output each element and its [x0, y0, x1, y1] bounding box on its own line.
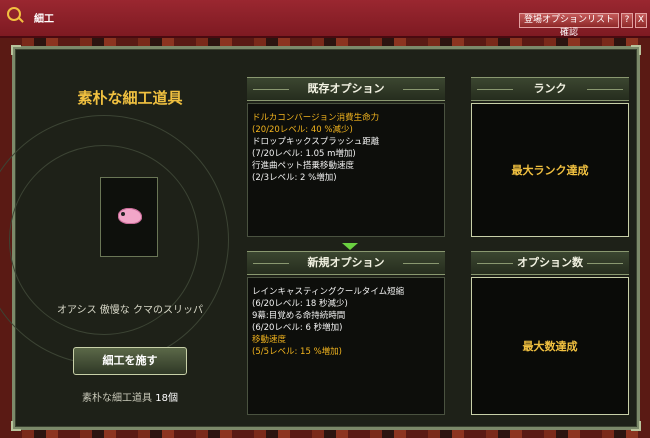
- new-options-list: レインキャスティングクールタイム短縮 (6/20レベル: 18 秒減少) 9幕:…: [252, 286, 404, 358]
- down-arrow-icon: [342, 243, 358, 250]
- tool-count-value: 18: [155, 393, 168, 404]
- item-name: オアシス 傲慢な クマのスリッパ: [57, 305, 203, 316]
- close-button[interactable]: X: [635, 13, 647, 28]
- new-option-line: 9幕:目覚める命持続時間: [252, 311, 346, 321]
- tool-count-label: 素朴な細工道具: [82, 393, 153, 404]
- crafting-tool-title: 素朴な細工道具: [77, 89, 183, 107]
- panel-corner-ornament: [631, 421, 641, 431]
- existing-options-header: 既存オプション: [247, 77, 445, 101]
- option-list-confirm-button[interactable]: 登場オプションリスト確認: [519, 13, 619, 38]
- window-title: 細工: [34, 14, 54, 25]
- new-option-line: レインキャスティングクールタイム短縮: [252, 287, 405, 297]
- tool-count-row: 素朴な細工道具 18個: [15, 389, 245, 404]
- existing-option-line: (20/20レベル: 40 %減少): [252, 125, 353, 135]
- new-option-line: (5/5レベル: 15 %増加): [252, 347, 342, 357]
- new-option-line: (6/20レベル: 18 秒減少): [252, 299, 348, 309]
- existing-option-line: ドルカコンバージョン消費生命力: [252, 113, 380, 123]
- item-slot[interactable]: [100, 177, 158, 257]
- option-count-box: 最大数達成: [471, 277, 629, 415]
- window-titlebar[interactable]: 細工 登場オプションリスト確認 ? X: [0, 0, 650, 38]
- rank-box: 最大ランク達成: [471, 103, 629, 237]
- apply-craft-button[interactable]: 細工を施す: [73, 347, 187, 375]
- existing-option-line: ドロップキックスプラッシュ距離: [252, 137, 380, 147]
- existing-options-list: ドルカコンバージョン消費生命力 (20/20レベル: 40 %減少) ドロップキ…: [252, 112, 379, 184]
- item-section: 素朴な細工道具 オアシス 傲慢な クマのスリッパ 細工を施す 素朴な細工道具 1…: [0, 49, 245, 427]
- option-count-status: 最大数達成: [522, 340, 578, 353]
- help-button[interactable]: ?: [621, 13, 633, 28]
- existing-option-line: (7/20レベル: 1.05 m増加): [252, 149, 356, 159]
- new-options-box: レインキャスティングクールタイム短縮 (6/20レベル: 18 秒減少) 9幕:…: [247, 277, 445, 415]
- new-option-line: 移動速度: [252, 335, 287, 345]
- tool-count-unit: 個: [167, 393, 178, 404]
- option-count-header: オプション数: [471, 251, 629, 275]
- magnifier-icon: [7, 7, 21, 21]
- new-option-line: (6/20レベル: 6 秒増加): [252, 323, 343, 333]
- rank-status: 最大ランク達成: [511, 164, 589, 177]
- existing-options-box: ドルカコンバージョン消費生命力 (20/20レベル: 40 %減少) ドロップキ…: [247, 103, 445, 237]
- existing-option-line: 行進曲ペット搭乗移動速度: [252, 161, 355, 171]
- panel-corner-ornament: [631, 45, 641, 55]
- new-options-header: 新規オプション: [247, 251, 445, 275]
- rank-header: ランク: [471, 77, 629, 101]
- pink-slipper-icon: [118, 208, 142, 224]
- existing-option-line: (2/3レベル: 2 %増加): [252, 173, 337, 183]
- crafting-panel: 素朴な細工道具 オアシス 傲慢な クマのスリッパ 細工を施す 素朴な細工道具 1…: [0, 45, 641, 431]
